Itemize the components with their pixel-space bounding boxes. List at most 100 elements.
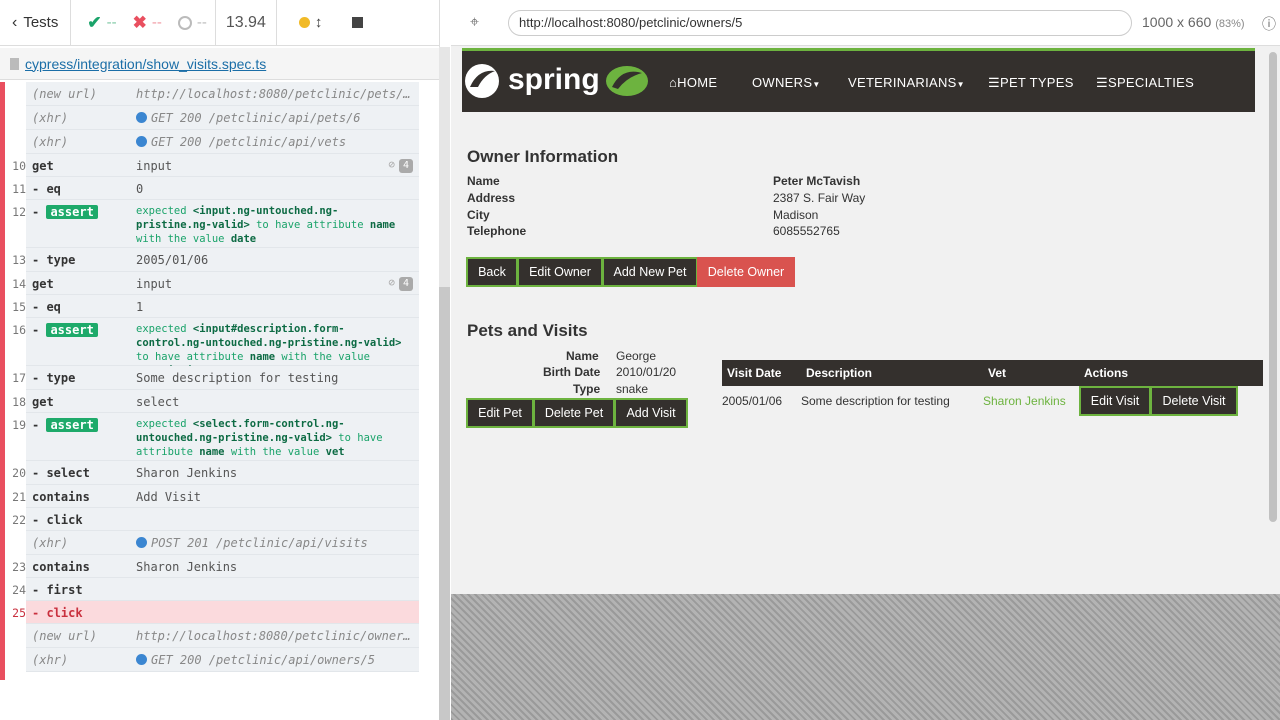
scrollbar-thumb[interactable]	[439, 287, 450, 720]
command-row[interactable]: 15 - eq 1	[12, 295, 419, 318]
command-row[interactable]: 20 - select Sharon Jenkins	[12, 461, 419, 485]
spec-file-link[interactable]: cypress/integration/show_visits.spec.ts	[25, 56, 266, 72]
delete-owner-button[interactable]: Delete Owner	[697, 257, 795, 287]
command-row[interactable]: 19 - assert expected <select.form-control.…	[12, 413, 419, 461]
command-name: get	[32, 159, 54, 173]
nav-home[interactable]: ⌂HOME	[669, 75, 717, 90]
element-count-badge: 4	[399, 277, 413, 291]
caret-down-icon: ▼	[812, 80, 821, 89]
list-icon: ☰	[988, 75, 1000, 90]
home-icon: ⌂	[669, 75, 678, 90]
owner-info-heading: Owner Information	[467, 147, 619, 166]
spec-file-bar[interactable]: cypress/integration/show_visits.spec.ts	[0, 48, 440, 80]
nav-specialties[interactable]: ☰SPECIALTIES	[1096, 75, 1194, 91]
command-row[interactable]: (xhr) GET 200 /petclinic/api/owners/5	[26, 648, 419, 672]
assert-badge: assert	[46, 418, 98, 432]
command-name: - first	[32, 583, 83, 597]
app-scrollbar-thumb[interactable]	[1269, 52, 1277, 522]
edit-owner-button[interactable]: Edit Owner	[517, 257, 603, 287]
duration: 13.94	[214, 0, 277, 46]
file-icon	[10, 57, 19, 70]
pets-visits-heading: Pets and Visits	[467, 321, 588, 340]
command-name: (xhr)	[32, 536, 69, 550]
command-number: 12	[12, 205, 26, 219]
delete-visit-button[interactable]: Delete Visit	[1150, 386, 1238, 416]
passed-stat: ✔ --	[79, 0, 124, 46]
owner-name-label: Name	[467, 174, 500, 188]
navbar: spring ⌂HOME OWNERS▼ VETERINARIANS▼ ☰PET…	[462, 48, 1255, 112]
command-name: - select	[32, 466, 90, 480]
command-message: 2005/01/06	[136, 253, 209, 267]
add-new-pet-button[interactable]: Add New Pet	[602, 257, 698, 287]
visits-table-header: Visit Date Description Vet Actions	[722, 360, 1263, 386]
element-count-badge: 4	[399, 159, 413, 173]
command-row[interactable]: (new url) http://localhost:8080/petclinic…	[26, 624, 419, 648]
command-name: - click	[32, 606, 83, 620]
command-name: get	[32, 277, 54, 291]
command-name: (xhr)	[32, 653, 69, 667]
command-row[interactable]: 13 - type 2005/01/06	[12, 248, 419, 272]
command-row[interactable]: 11 - eq 0	[12, 177, 419, 200]
command-message: 1	[136, 300, 144, 314]
spring-logo[interactable]: spring	[462, 57, 652, 107]
xhr-status-icon	[136, 112, 147, 123]
reporter-scrollbar[interactable]	[439, 47, 450, 720]
command-number: 10	[12, 159, 26, 173]
command-row[interactable]: 24 - first	[12, 578, 419, 601]
command-row[interactable]: 25 - click	[12, 601, 419, 624]
app-scrollbar[interactable]	[1267, 46, 1280, 594]
url-bar[interactable]: http://localhost:8080/petclinic/owners/5	[508, 10, 1132, 36]
nav-owners[interactable]: OWNERS▼	[752, 75, 821, 90]
visit-vet-link[interactable]: Sharon Jenkins	[983, 394, 1066, 408]
command-name: - assert	[32, 323, 98, 337]
stop-icon[interactable]	[352, 17, 364, 28]
delete-pet-button[interactable]: Delete Pet	[533, 398, 615, 428]
edit-visit-button[interactable]: Edit Visit	[1079, 386, 1151, 416]
edit-pet-button[interactable]: Edit Pet	[466, 398, 534, 428]
owner-name-value: Peter McTavish	[773, 174, 861, 188]
info-icon[interactable]: ⓘ	[1262, 14, 1276, 34]
command-number: 16	[12, 323, 26, 337]
command-row[interactable]: 23 contains Sharon Jenkins	[12, 555, 419, 578]
command-row[interactable]: 18 get select	[12, 390, 419, 413]
selector-playground-icon[interactable]: ⌖	[470, 14, 479, 32]
command-row[interactable]: (new url) http://localhost:8080/petclinic…	[26, 82, 419, 106]
back-button[interactable]: Back	[466, 257, 518, 287]
failed-stat: ✖ --	[125, 0, 170, 46]
pet-birthdate-label: Birth Date	[543, 365, 601, 379]
command-message: 0	[136, 182, 144, 196]
x-icon: ✖	[132, 12, 147, 32]
tests-button[interactable]: ‹ Tests	[0, 0, 72, 46]
command-number: 17	[12, 371, 26, 385]
command-number: 22	[12, 513, 26, 527]
command-number: 21	[12, 490, 26, 504]
command-row[interactable]: 22 - click	[12, 508, 419, 531]
command-message: Add Visit	[136, 490, 202, 504]
pet-type-label: Type	[573, 382, 601, 396]
assert-badge: assert	[46, 205, 98, 219]
add-visit-button[interactable]: Add Visit	[614, 398, 688, 428]
command-row[interactable]: (xhr) POST 201 /petclinic/api/visits	[26, 531, 419, 555]
command-number: 13	[12, 253, 26, 267]
command-message: GET 200 /petclinic/api/pets/6	[136, 111, 411, 125]
command-row[interactable]: (xhr) GET 200 /petclinic/api/vets	[26, 130, 419, 154]
command-message: select	[136, 395, 180, 409]
command-name: - assert	[32, 205, 98, 219]
scroll-toggle-icon[interactable]: ↕	[315, 14, 323, 31]
command-name: get	[32, 395, 54, 409]
nav-veterinarians[interactable]: VETERINARIANS▼	[848, 75, 965, 90]
owner-city-label: City	[467, 208, 490, 222]
command-row[interactable]: 10 get input ⊘ 4	[12, 154, 419, 177]
owner-telephone-label: Telephone	[467, 224, 527, 238]
nav-pet-types[interactable]: ☰PET TYPES	[988, 75, 1074, 91]
col-visit-date: Visit Date	[727, 366, 782, 380]
command-row[interactable]: 17 - type Some description for testing	[12, 366, 419, 390]
command-row[interactable]: 14 get input ⊘ 4	[12, 272, 419, 295]
command-row[interactable]: 21 contains Add Visit	[12, 485, 419, 508]
tests-label: Tests	[23, 14, 59, 31]
command-row[interactable]: 12 - assert expected <input.ng-untouched.n…	[12, 200, 419, 248]
viewport-info: 1000 x 660 (83%)	[1142, 14, 1245, 30]
command-row[interactable]: 16- assert expected <input#description.fo…	[12, 318, 419, 377]
pending-count: --	[196, 14, 207, 31]
command-row[interactable]: (xhr) GET 200 /petclinic/api/pets/6	[26, 106, 419, 130]
